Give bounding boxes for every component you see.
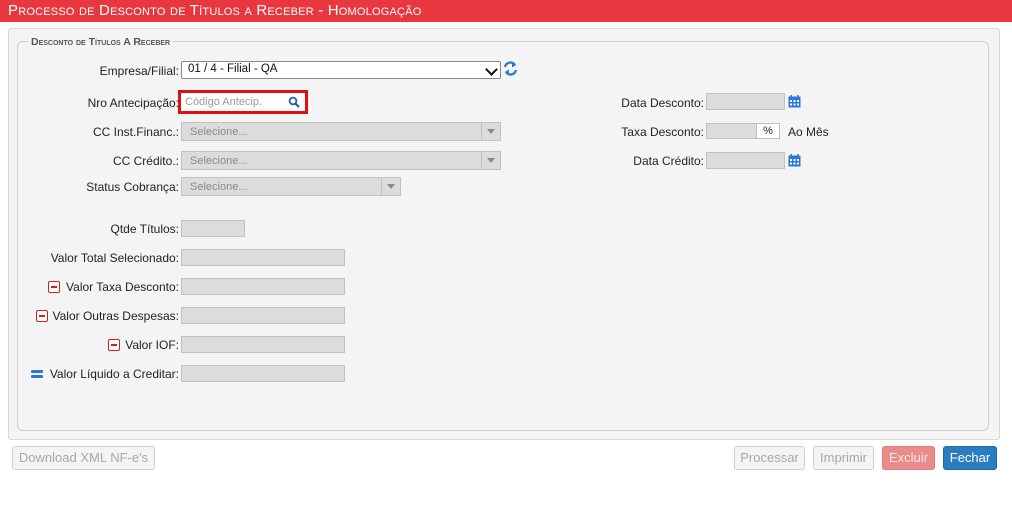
nro-antecipacao-label: Nro Antecipação: — [87, 96, 179, 110]
taxa-suffix: Ao Mês — [788, 125, 829, 139]
calendar-icon[interactable] — [788, 95, 801, 108]
data-desconto-field[interactable] — [706, 93, 785, 110]
page-title: Processo de Desconto de Títulos a Recebe… — [8, 2, 422, 19]
nro-antecipacao-input[interactable]: Código Antecip. — [178, 90, 308, 114]
cc-credito-select-value: Selecione... — [190, 155, 248, 167]
fieldset-legend: Desconto de Títulos A Receber — [28, 36, 174, 48]
cc-inst-select-value: Selecione... — [190, 126, 248, 138]
fechar-button[interactable]: Fechar — [943, 446, 997, 470]
status-cobranca-select-value: Selecione... — [190, 181, 248, 193]
chevron-down-icon — [481, 152, 500, 169]
valor-outras-label: Valor Outras Despesas: — [52, 309, 180, 323]
empresa-select[interactable]: 01 / 4 - Filial - QA — [181, 61, 501, 79]
excluir-button[interactable]: Excluir — [882, 446, 935, 470]
refresh-icon[interactable] — [503, 60, 518, 77]
chevron-down-icon — [481, 123, 500, 140]
calendar-icon[interactable] — [788, 154, 801, 167]
minus-icon — [36, 310, 48, 322]
qtde-titulos-label: Qtde Títulos: — [110, 222, 179, 236]
status-cobranca-label: Status Cobrança: — [86, 180, 179, 194]
chevron-down-icon — [485, 63, 498, 76]
empresa-label: Empresa/Filial: — [99, 64, 179, 78]
imprimir-button[interactable]: Imprimir — [813, 446, 874, 470]
percent-addon: % — [756, 123, 780, 139]
search-icon[interactable] — [288, 96, 300, 108]
data-desconto-label: Data Desconto: — [621, 96, 704, 110]
valor-liquido-label: Valor Líquido a Creditar: — [49, 367, 179, 381]
chevron-down-icon — [381, 178, 400, 195]
cc-inst-select[interactable]: Selecione... — [181, 122, 501, 141]
minus-icon — [48, 281, 60, 293]
equals-icon — [31, 369, 43, 379]
taxa-desconto-label: Taxa Desconto: — [621, 125, 704, 139]
cc-inst-label: CC Inst.Financ.: — [92, 125, 179, 139]
data-credito-label: Data Crédito: — [633, 154, 704, 168]
download-xml-button[interactable]: Download XML NF-e's — [12, 446, 155, 470]
status-cobranca-select[interactable]: Selecione... — [181, 177, 401, 196]
refresh-icon-svg — [503, 61, 518, 76]
qtde-titulos-field[interactable] — [181, 220, 245, 237]
title-bar: Processo de Desconto de Títulos a Recebe… — [0, 0, 1012, 22]
valor-outras-field[interactable] — [181, 307, 345, 324]
cc-credito-label: CC Crédito.: — [112, 154, 179, 168]
minus-icon — [108, 339, 120, 351]
data-credito-field[interactable] — [706, 152, 785, 169]
valor-total-field[interactable] — [181, 249, 345, 266]
cc-credito-select[interactable]: Selecione... — [181, 151, 501, 170]
valor-iof-label: Valor IOF: — [125, 338, 179, 352]
valor-iof-field[interactable] — [181, 336, 345, 353]
valor-total-label: Valor Total Selecionado: — [50, 251, 179, 265]
nro-antecipacao-placeholder: Código Antecip. — [185, 96, 263, 108]
valor-taxa-label: Valor Taxa Desconto: — [66, 280, 179, 294]
taxa-desconto-field[interactable] — [706, 123, 758, 139]
valor-taxa-field[interactable] — [181, 278, 345, 295]
valor-liquido-field[interactable] — [181, 365, 345, 382]
empresa-select-value: 01 / 4 - Filial - QA — [188, 63, 278, 75]
processar-button[interactable]: Processar — [734, 446, 805, 470]
